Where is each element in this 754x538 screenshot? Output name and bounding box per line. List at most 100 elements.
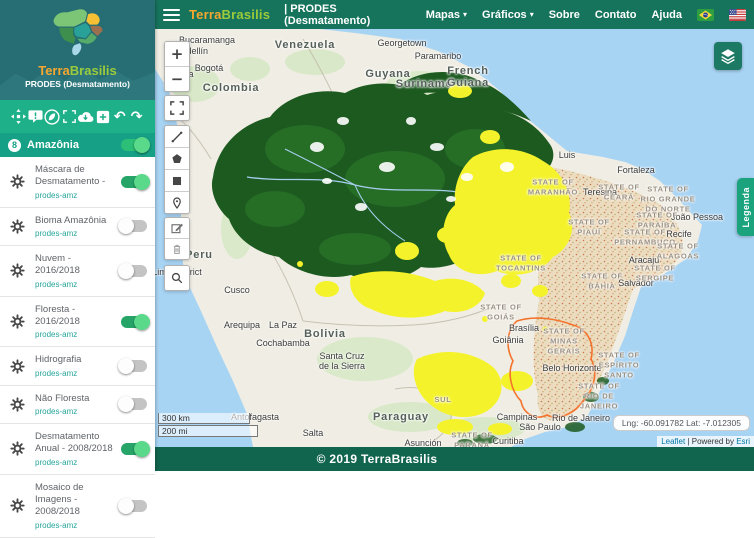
gear-icon[interactable] [10,263,25,278]
map-label: STATE OF TOCANTINS [496,253,546,273]
move-tool-button[interactable] [10,108,27,125]
page-title: | PRODES (Desmatamento) [284,3,426,27]
comment-alert-icon [28,109,43,124]
layers-icon [719,47,737,65]
map-labels-layer: VenezuelaColombiaGuyanaSurinameFrench Gu… [155,29,754,447]
layer-toggle[interactable] [121,360,147,372]
us-flag-icon[interactable] [729,9,746,21]
layer-toggle[interactable] [121,176,147,188]
fullscreen-button[interactable] [165,96,189,120]
map-label: STATE OF GOIÁS [480,302,522,322]
add-layer-button[interactable] [94,108,111,125]
map-label: Curitiba [492,436,523,446]
map-label: Campinas [497,412,538,422]
search-control [164,265,190,291]
nav-mapas[interactable]: Mapas▾ [426,9,467,21]
layer-toggle[interactable] [121,265,147,277]
layer-toggle[interactable] [121,316,147,328]
fullscreen-control [164,95,190,121]
edit-icon [170,221,184,235]
undo-button[interactable]: ↶ [111,108,128,125]
nav-sobre[interactable]: Sobre [549,9,580,21]
layer-label: Nuvem - 2016/2018 [35,253,115,278]
map-canvas[interactable]: VenezuelaColombiaGuyanaSurinameFrench Gu… [155,29,754,447]
expand-button[interactable] [61,108,78,125]
map-label: Paramaribo [415,51,462,61]
hamburger-menu-icon[interactable] [163,9,180,21]
search-button[interactable] [165,266,189,290]
esri-link[interactable]: Esri [736,437,750,446]
layer-group-header[interactable]: 8 Amazônia [0,133,155,157]
nav-graficos[interactable]: Gráficos▾ [482,9,534,21]
zoom-out-button[interactable]: − [165,66,189,91]
scale-control: 300 km 200 mi [158,413,258,437]
zoom-control: + − [164,41,190,92]
download-button[interactable] [77,108,94,125]
layer-toggle[interactable] [121,500,147,512]
layers-list: Máscara de Desmatamento -prodes-amz Biom… [0,157,155,538]
chevron-down-icon: ▾ [530,11,534,19]
feedback-button[interactable] [27,108,44,125]
redo-button[interactable]: ↷ [128,108,145,125]
layer-count-badge: 8 [8,139,21,152]
layer-sublabel: prodes-amz [35,369,115,378]
nav-contato[interactable]: Contato [595,9,637,21]
basemap-layers-button[interactable] [714,42,742,70]
terrabrasilis-logo [47,6,109,60]
gear-icon[interactable] [10,397,25,412]
layer-row-mosaico: Mosaico de Imagens - 2008/2018 prodes-amz [0,475,155,538]
map-label: Recife [666,229,692,239]
layer-sublabel: prodes-amz [35,407,115,416]
delete-layers-button[interactable] [165,238,189,259]
nav-ajuda[interactable]: Ajuda [651,9,682,21]
cloud-download-icon [77,110,94,124]
map-label: STATE OF MARANHÃO [528,177,578,197]
map-label: Colombia [203,82,260,94]
map-label: Arequipa [224,320,260,330]
redo-icon: ↷ [131,110,143,124]
group-toggle[interactable] [121,139,147,151]
app-logo[interactable]: TerraBrasilis [189,7,270,22]
map-label: Suriname [396,78,453,90]
layer-label: Desmatamento Anual - 2008/2018 [35,431,115,456]
undo-icon: ↶ [114,110,126,124]
draw-marker-button[interactable] [165,191,189,213]
zoom-in-button[interactable]: + [165,42,189,66]
top-bar: TerraBrasilis | PRODES (Desmatamento) Ma… [155,0,754,29]
map-label: Rio de Janeiro [552,413,610,423]
map-label: Goiânia [492,335,523,345]
gear-icon[interactable] [10,314,25,329]
gear-icon[interactable] [10,441,25,456]
map-label: Teresina [583,187,617,197]
layer-sublabel: prodes-amz [35,521,115,530]
layer-toggle[interactable] [121,220,147,232]
leaflet-link[interactable]: Leaflet [661,437,685,446]
draw-polygon-button[interactable] [165,147,189,169]
biome-button[interactable] [44,108,61,125]
layer-sublabel: prodes-amz [35,280,115,289]
brazil-flag-icon[interactable] [697,9,714,21]
scale-km: 300 km [158,413,250,424]
map-label: Belo Horizonte [542,363,601,373]
sidebar-header: TerraBrasilis PRODES (Desmatamento) [0,0,155,100]
sidebar-brand: TerraBrasilis [0,63,155,78]
gear-icon[interactable] [10,359,25,374]
edit-layers-button[interactable] [165,218,189,238]
layer-row-floresta: Floresta - 2016/2018prodes-amz [0,297,155,348]
sidebar-toolbar: ↶ ↷ [0,100,155,133]
layer-label: Mosaico de Imagens - 2008/2018 [35,482,115,519]
gear-icon[interactable] [10,498,25,513]
draw-rectangle-button[interactable] [165,169,189,191]
layer-row-mascara: Máscara de Desmatamento -prodes-amz [0,157,155,208]
layer-toggle[interactable] [121,398,147,410]
gear-icon[interactable] [10,174,25,189]
layer-group-label: Amazônia [27,139,115,151]
map-label: São Paulo [519,422,561,432]
layer-toggle[interactable] [121,443,147,455]
legend-tab-label: Legenda [741,187,751,228]
legend-tab[interactable]: Legenda [737,178,754,236]
draw-polyline-button[interactable] [165,126,189,147]
map-label: Santa Cruz de la Sierra [319,351,365,371]
leaf-icon [44,109,60,125]
gear-icon[interactable] [10,219,25,234]
